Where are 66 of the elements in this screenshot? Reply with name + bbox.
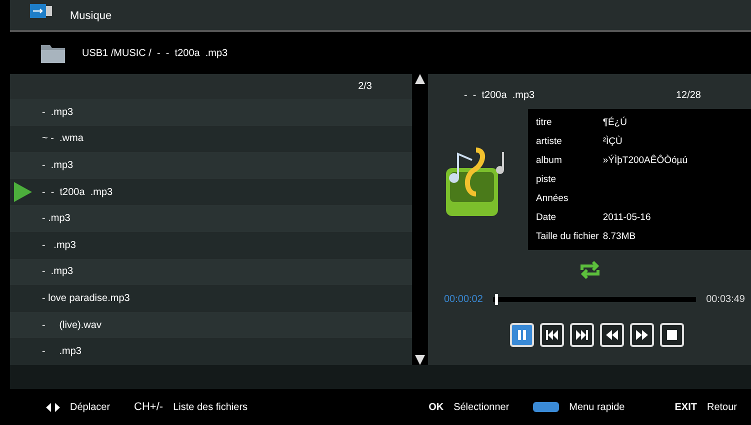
elapsed-time: 00:00:02	[444, 294, 483, 305]
hint-label: Sélectionner	[454, 402, 510, 412]
file-name: - love paradise.mp3	[42, 292, 130, 304]
pause-button[interactable]	[510, 323, 534, 347]
total-time: 00:03:49	[706, 294, 745, 305]
progress-thumb[interactable]	[494, 294, 498, 305]
file-name: - .mp3	[42, 213, 70, 224]
page-indicator: 2/3	[358, 81, 372, 92]
current-file: - - t200a .mp3	[464, 90, 535, 101]
forward-button[interactable]	[630, 323, 654, 347]
fast-forward-icon	[634, 329, 648, 341]
track-index: 12/28	[676, 90, 701, 101]
stop-button[interactable]	[660, 323, 684, 347]
progress-track[interactable]	[492, 297, 696, 302]
next-button[interactable]	[570, 323, 594, 347]
skip-forward-icon	[574, 329, 588, 341]
file-row[interactable]: - .mp3	[10, 258, 412, 286]
prev-button[interactable]	[540, 323, 564, 347]
screen-title: Musique	[70, 10, 112, 22]
info-value: 2011-05-16	[602, 212, 651, 223]
stop-icon	[666, 329, 678, 341]
file-row[interactable]: - .mp3	[10, 99, 412, 126]
file-name: ~ - .wma	[42, 133, 84, 144]
info-label: piste	[536, 173, 558, 187]
key-hint: OK	[428, 402, 444, 412]
info-label: Date	[536, 211, 558, 225]
rewind-icon	[604, 329, 618, 341]
info-value: ¶É¿Ú	[602, 117, 627, 128]
rewind-button[interactable]	[600, 323, 624, 347]
key-hint: EXIT	[674, 402, 697, 412]
folder-icon	[40, 42, 66, 64]
left-right-arrows-icon	[46, 402, 60, 412]
file-row[interactable]: - .mp3	[10, 205, 412, 232]
file-name: - .mp3	[42, 266, 74, 278]
key-hint: CH+/-	[134, 401, 164, 413]
info-label: titre	[536, 116, 553, 130]
file-row[interactable]: - .mp3	[10, 152, 412, 179]
hint-label: Retour	[706, 402, 737, 412]
info-label: album	[536, 154, 563, 168]
file-row[interactable]: - love paradise.mp3	[10, 285, 412, 312]
hint-label: Liste des fichiers	[173, 402, 248, 412]
hint-label: Menu rapide	[569, 402, 625, 412]
file-name: - .mp3	[42, 106, 74, 118]
info-value: »ÝÌþT200AÊÔÒóµú	[602, 155, 688, 166]
file-name: - - t200a .mp3	[42, 186, 113, 198]
file-row[interactable]: - - t200a .mp3	[10, 178, 412, 206]
folder-path: USB1 /MUSIC / - - t200a .mp3	[82, 48, 228, 58]
file-name: - (live).wav	[42, 320, 102, 331]
info-label: artiste	[536, 135, 563, 149]
file-name: - .mp3	[42, 160, 74, 171]
info-value: ²ÌÇÙ	[602, 136, 622, 147]
file-row[interactable]: - (live).wav	[10, 312, 412, 338]
color-key-icon	[533, 402, 560, 412]
info-label: Années	[536, 192, 570, 206]
info-value: 8.73MB	[602, 231, 636, 242]
file-row[interactable]: ~ - .wma	[10, 126, 412, 152]
file-name: - .mp3	[42, 346, 82, 358]
skip-back-icon	[544, 329, 558, 341]
usb-icon	[30, 4, 52, 18]
file-row[interactable]: - .mp3	[10, 232, 412, 259]
hint-label: Déplacer	[70, 402, 110, 412]
info-label: Taille du fichier	[536, 230, 599, 244]
file-name: - .mp3	[42, 240, 76, 251]
pause-icon	[516, 329, 528, 341]
repeat-icon[interactable]	[578, 260, 602, 280]
file-row[interactable]: - .mp3	[10, 338, 412, 365]
